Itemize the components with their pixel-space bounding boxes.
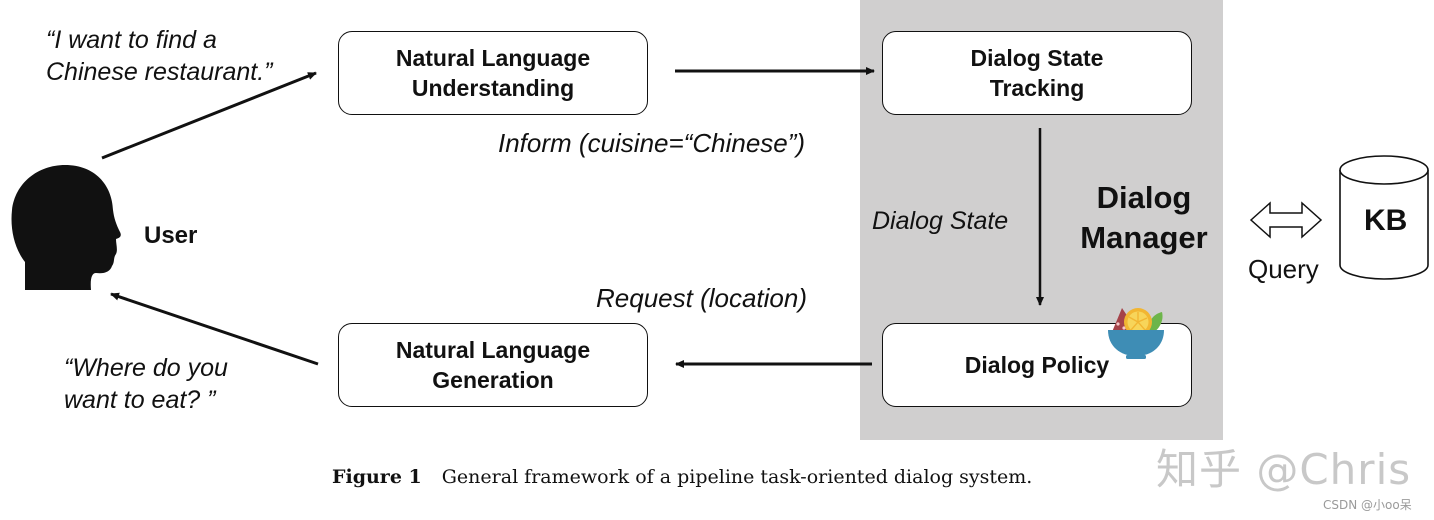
user-utterance: “I want to find a Chinese restaurant.” (46, 26, 273, 86)
query-label: Query (1248, 254, 1319, 284)
figure-number: Figure 1 (332, 466, 422, 488)
dialog-manager-label: Dialog Manager (1080, 180, 1208, 255)
nlg-box: Natural Language Generation (338, 323, 648, 407)
figure-caption: Figure 1 General framework of a pipeline … (332, 466, 1032, 488)
csdn-watermark: CSDN @小oo呆 (1323, 498, 1412, 512)
request-label: Request (location) (596, 283, 807, 313)
dst-box: Dialog State Tracking (882, 31, 1192, 115)
system-utterance: “Where do you want to eat? ” (64, 354, 228, 414)
dialog-state-label: Dialog State (872, 207, 1009, 235)
kb-label: KB (1364, 204, 1408, 237)
inform-label: Inform (cuisine=“Chinese”) (498, 128, 806, 158)
user-head-icon (11, 165, 121, 290)
query-double-arrow-icon (1249, 201, 1323, 239)
salad-bowl-icon (1108, 308, 1164, 359)
caption-text: General framework of a pipeline task-ori… (441, 466, 1033, 488)
zhihu-watermark: 知乎 @Chris (1156, 445, 1412, 494)
user-label: User (144, 222, 198, 249)
nlu-box: Natural Language Understanding (338, 31, 648, 115)
